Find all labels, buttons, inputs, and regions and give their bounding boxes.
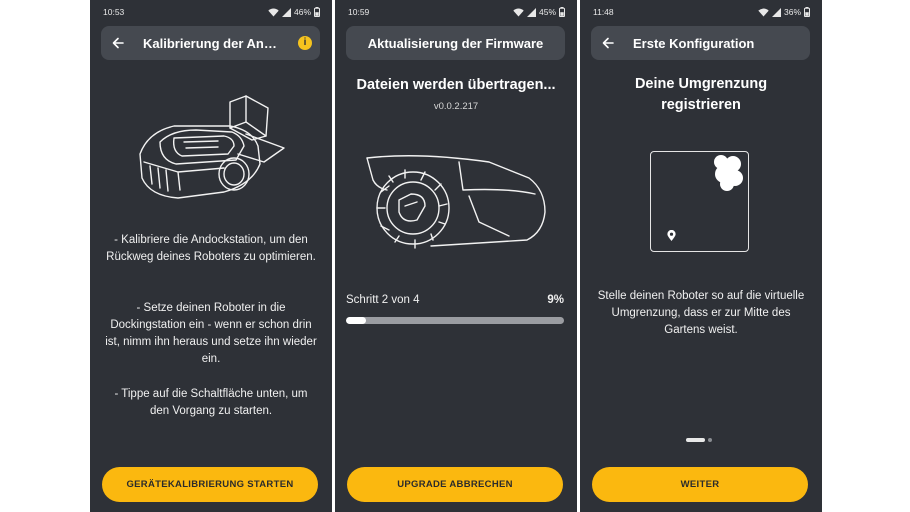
status-bar: 10:59 45% <box>348 4 565 20</box>
info-icon[interactable]: i <box>298 36 312 50</box>
back-arrow-icon[interactable] <box>595 26 621 60</box>
page-title: Aktualisierung der Firmware <box>367 35 544 51</box>
boundary-description: Stelle deinen Roboter so auf die virtuel… <box>597 290 805 336</box>
progress-step-label: Schritt 2 von 4 <box>346 294 420 306</box>
firmware-version: v0.0.2.217 <box>433 101 479 112</box>
back-arrow-icon[interactable] <box>105 26 131 60</box>
next-button[interactable]: WEITER <box>592 467 808 502</box>
status-bar: 10:53 46% <box>103 4 320 20</box>
page-title: Erste Konfiguration <box>633 35 755 51</box>
cancel-upgrade-button[interactable]: UPGRADE ABBRECHEN <box>347 467 563 502</box>
signal-icon <box>526 7 536 17</box>
battery-icon <box>804 7 810 17</box>
wifi-icon <box>513 8 524 16</box>
location-pin-icon <box>667 230 676 241</box>
status-time: 11:48 <box>593 7 614 17</box>
phone-screen-calibration: 10:53 46% Kalibrierung der Andockstation… <box>90 0 332 512</box>
progress-percent: 9% <box>547 294 564 306</box>
instruction-calibrate: - Kalibriere die Andockstation, um den R… <box>106 234 316 263</box>
phone-screen-firmware: 10:59 45% Aktualisierung der Firmware Da… <box>335 0 577 512</box>
page-dot <box>708 438 712 442</box>
phone-screen-boundary: 11:48 36% Erste Konfiguration Deine Umgr… <box>580 0 822 512</box>
page-indicator <box>686 438 712 442</box>
page-title: Kalibrierung der Andockstation <box>143 35 281 51</box>
progress-bar-fill <box>346 317 366 324</box>
start-calibration-button[interactable]: GERÄTEKALIBRIERUNG STARTEN <box>102 467 318 502</box>
progress-bar <box>346 317 564 324</box>
wifi-icon <box>268 8 279 16</box>
signal-icon <box>281 7 291 17</box>
battery-percent: 45% <box>538 7 556 17</box>
app-header: Erste Konfiguration <box>591 26 810 60</box>
transfer-heading: Dateien werden übertragen... <box>356 77 556 93</box>
battery-percent: 36% <box>783 7 801 17</box>
robot-docking-illustration <box>139 95 285 199</box>
instruction-tap-button: - Tippe auf die Schaltfläche unten, um d… <box>114 388 308 417</box>
wifi-icon <box>758 8 769 16</box>
battery-icon <box>314 7 320 17</box>
app-header: Aktualisierung der Firmware <box>346 26 565 60</box>
battery-icon <box>559 7 565 17</box>
page-dot-active <box>686 438 705 442</box>
signal-icon <box>771 7 781 17</box>
instruction-insert-robot: - Setze deinen Roboter in die Dockingsta… <box>105 302 317 365</box>
battery-percent: 46% <box>293 7 311 17</box>
robot-mower-illustration <box>366 155 546 249</box>
boundary-heading: Deine Umgrenzung registrieren <box>634 76 768 113</box>
status-time: 10:53 <box>103 7 125 17</box>
status-bar: 11:48 36% <box>593 4 810 20</box>
boundary-map <box>650 151 749 252</box>
progress-info: Schritt 2 von 4 9% <box>346 294 564 306</box>
tree-cluster-icon <box>714 155 743 191</box>
app-header: Kalibrierung der Andockstation i <box>101 26 320 60</box>
status-time: 10:59 <box>348 7 370 17</box>
